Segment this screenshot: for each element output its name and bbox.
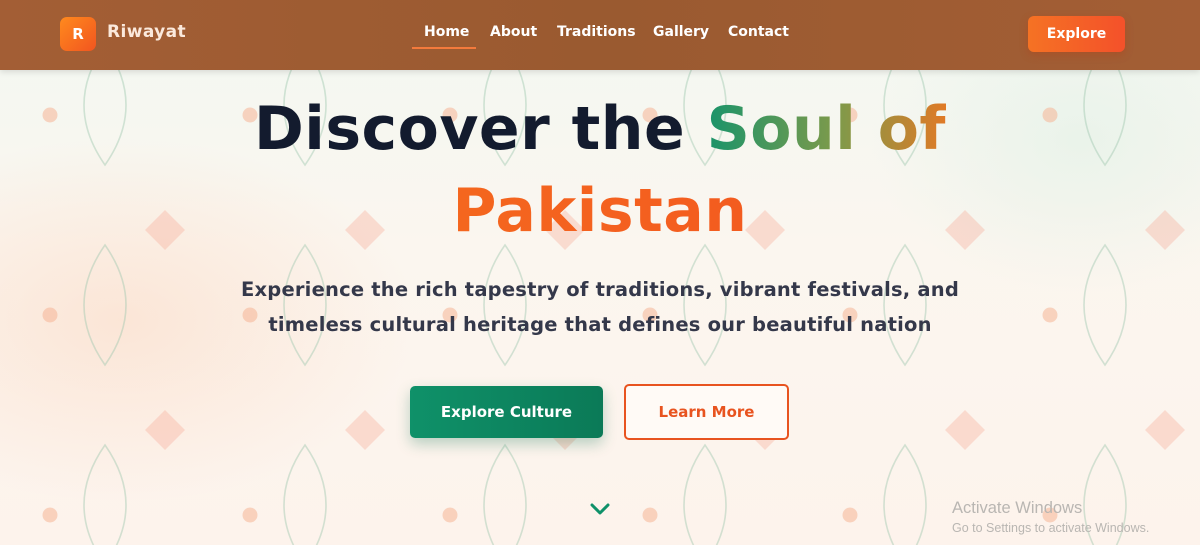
active-underline bbox=[412, 47, 476, 49]
pattern-diamond bbox=[145, 410, 185, 450]
nav-link-traditions[interactable]: Traditions bbox=[557, 24, 636, 40]
pattern-dot bbox=[242, 507, 258, 523]
pattern-leaf bbox=[683, 443, 727, 545]
pattern-dot bbox=[842, 507, 858, 523]
hero-title: Discover the Soul of bbox=[0, 94, 1200, 164]
pattern-diamond bbox=[945, 410, 985, 450]
pattern-diamond bbox=[345, 410, 385, 450]
hero-title-part1: Discover the bbox=[253, 94, 707, 164]
hero-title-highlight: Soul of bbox=[706, 94, 947, 164]
brand-name[interactable]: Riwayat bbox=[107, 22, 186, 42]
pattern-diamond bbox=[1145, 410, 1185, 450]
watermark-line2: Go to Settings to activate Windows. bbox=[952, 521, 1150, 535]
pattern-leaf bbox=[483, 243, 527, 367]
chevron-down-icon[interactable] bbox=[589, 501, 611, 517]
explore-button[interactable]: Explore bbox=[1028, 16, 1125, 52]
pattern-leaf bbox=[83, 443, 127, 545]
hero-subtitle-line1: Experience the rich tapestry of traditio… bbox=[240, 278, 960, 301]
pattern-leaf bbox=[483, 443, 527, 545]
pattern-leaf bbox=[683, 243, 727, 367]
pattern-dot bbox=[42, 507, 58, 523]
hero-subtitle-line2: timeless cultural heritage that defines … bbox=[268, 313, 932, 336]
activate-windows-watermark: Activate Windows Go to Settings to activ… bbox=[952, 499, 1149, 535]
logo-icon[interactable]: R bbox=[60, 17, 96, 51]
learn-more-button[interactable]: Learn More bbox=[624, 384, 789, 440]
nav-link-contact[interactable]: Contact bbox=[728, 24, 789, 40]
pattern-leaf bbox=[883, 243, 927, 367]
decorative-pattern bbox=[42, 43, 1185, 545]
nav-link-home[interactable]: Home bbox=[424, 24, 469, 40]
pattern-leaf bbox=[283, 243, 327, 367]
pattern-leaf bbox=[283, 443, 327, 545]
pattern-leaf bbox=[1083, 243, 1127, 367]
page: R Riwayat Home About Traditions Gallery … bbox=[0, 0, 1200, 545]
pattern-dot bbox=[442, 507, 458, 523]
navbar: R Riwayat Home About Traditions Gallery … bbox=[0, 0, 1200, 70]
hero-title-line2: Pakistan bbox=[0, 176, 1200, 246]
watermark-line1: Activate Windows bbox=[952, 499, 1083, 517]
pattern-dot bbox=[642, 507, 658, 523]
explore-culture-button[interactable]: Explore Culture bbox=[410, 386, 603, 438]
pattern-leaf bbox=[883, 443, 927, 545]
nav-link-about[interactable]: About bbox=[490, 24, 537, 40]
nav-link-gallery[interactable]: Gallery bbox=[653, 24, 709, 40]
pattern-leaf bbox=[83, 243, 127, 367]
